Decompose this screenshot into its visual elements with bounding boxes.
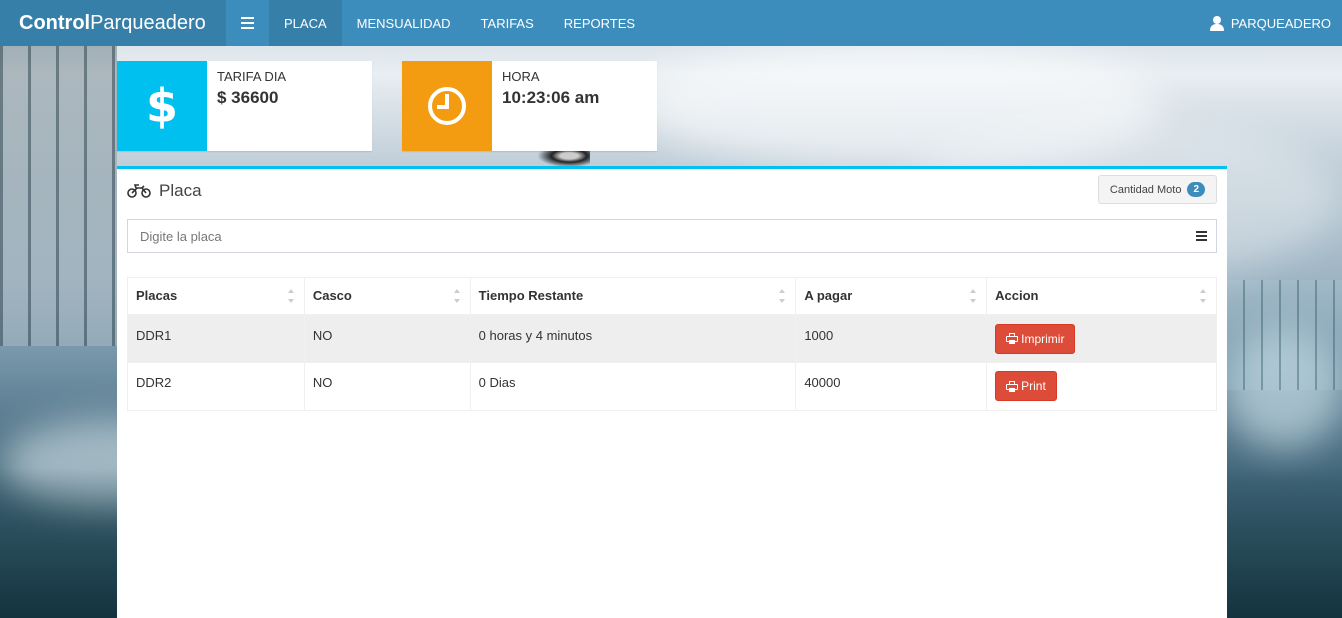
info-box-tarifa: $ TARIFA DIA $ 36600	[117, 61, 372, 151]
info-box-value: 10:23:06 am	[502, 88, 600, 107]
moto-count-label: Cantidad Moto	[1109, 183, 1182, 196]
placas-table: Placas Casco Tiempo Restante A pagar Acc…	[127, 277, 1217, 411]
cell-pagar: 1000	[795, 314, 988, 363]
placa-panel: Placa Cantidad Moto 2 Placas Casco Tiemp…	[117, 166, 1227, 618]
info-box-value: $ 36600	[217, 88, 279, 107]
panel-header: Placa Cantidad Moto 2	[117, 169, 1227, 213]
table-row: DDR2 NO 0 Dias 40000 Print	[127, 362, 1217, 411]
background-motorcycle	[538, 151, 590, 167]
column-header-label: Casco	[312, 288, 352, 304]
user-name: PARQUEADERO	[1230, 15, 1331, 31]
button-label: Print	[1021, 379, 1046, 393]
list-menu-icon[interactable]	[1186, 231, 1216, 241]
info-box-label: TARIFA DIA	[217, 69, 287, 84]
sort-icon	[453, 289, 460, 303]
dollar-icon: $	[117, 61, 207, 151]
hamburger-icon	[241, 17, 254, 29]
print-icon	[1006, 333, 1019, 344]
cell-accion: Imprimir	[986, 314, 1217, 363]
info-box-hora: HORA 10:23:06 am	[402, 61, 657, 151]
column-header-casco[interactable]: Casco	[303, 277, 471, 316]
clock-icon	[402, 61, 492, 151]
moto-count-button[interactable]: Cantidad Moto 2	[1097, 175, 1217, 204]
panel-title: Placa	[159, 181, 202, 200]
cell-tiempo: 0 Dias	[469, 362, 797, 411]
user-menu[interactable]: PARQUEADERO	[1195, 0, 1342, 46]
nav-item-tarifas[interactable]: TARIFAS	[466, 0, 549, 46]
cell-casco: NO	[303, 362, 471, 411]
table-row: DDR1 NO 0 horas y 4 minutos 1000 Imprimi…	[127, 314, 1217, 363]
column-header-tiempo[interactable]: Tiempo Restante	[469, 277, 797, 316]
nav-item-reportes[interactable]: REPORTES	[549, 0, 650, 46]
sort-icon	[287, 289, 294, 303]
imprimir-button[interactable]: Imprimir	[995, 323, 1076, 354]
background-building	[0, 46, 117, 346]
cell-placa: DDR1	[127, 314, 305, 363]
print-button[interactable]: Print	[995, 371, 1057, 401]
background-grandstand	[1225, 280, 1342, 390]
placa-search	[127, 219, 1217, 253]
brand-logo[interactable]: Control Parqueadero	[0, 0, 226, 46]
print-icon	[1006, 380, 1019, 392]
column-header-pagar[interactable]: A pagar	[795, 277, 988, 316]
column-header-accion[interactable]: Accion	[986, 277, 1217, 316]
sort-icon	[1200, 289, 1206, 303]
brand-bold-text: Control	[19, 11, 91, 34]
column-header-placas[interactable]: Placas	[127, 277, 305, 316]
cell-pagar: 40000	[795, 362, 988, 411]
cell-placa: DDR2	[127, 362, 305, 411]
sort-icon	[970, 289, 977, 303]
column-header-label: Placas	[136, 288, 178, 304]
nav-item-placa[interactable]: PLACA	[269, 0, 342, 46]
column-header-label: Accion	[995, 288, 1039, 304]
sidebar-toggle-button[interactable]	[226, 0, 269, 46]
info-box-label: HORA	[502, 69, 540, 84]
cell-accion: Print	[986, 362, 1217, 411]
table-header-row: Placas Casco Tiempo Restante A pagar Acc…	[127, 277, 1217, 316]
moto-count-badge: 2	[1187, 182, 1205, 197]
user-icon	[1209, 16, 1224, 31]
cell-tiempo: 0 horas y 4 minutos	[469, 314, 797, 363]
sort-icon	[779, 289, 786, 303]
column-header-label: Tiempo Restante	[478, 288, 584, 304]
button-label: Imprimir	[1021, 331, 1065, 346]
brand-text: Parqueadero	[90, 11, 206, 34]
column-header-label: A pagar	[804, 288, 853, 304]
motorcycle-icon	[127, 184, 151, 198]
nav-item-mensualidad[interactable]: MENSUALIDAD	[342, 0, 466, 46]
placa-input[interactable]	[128, 220, 1186, 252]
top-navbar: Control Parqueadero PLACA MENSUALIDAD TAR…	[0, 0, 1342, 46]
cell-casco: NO	[303, 314, 471, 363]
